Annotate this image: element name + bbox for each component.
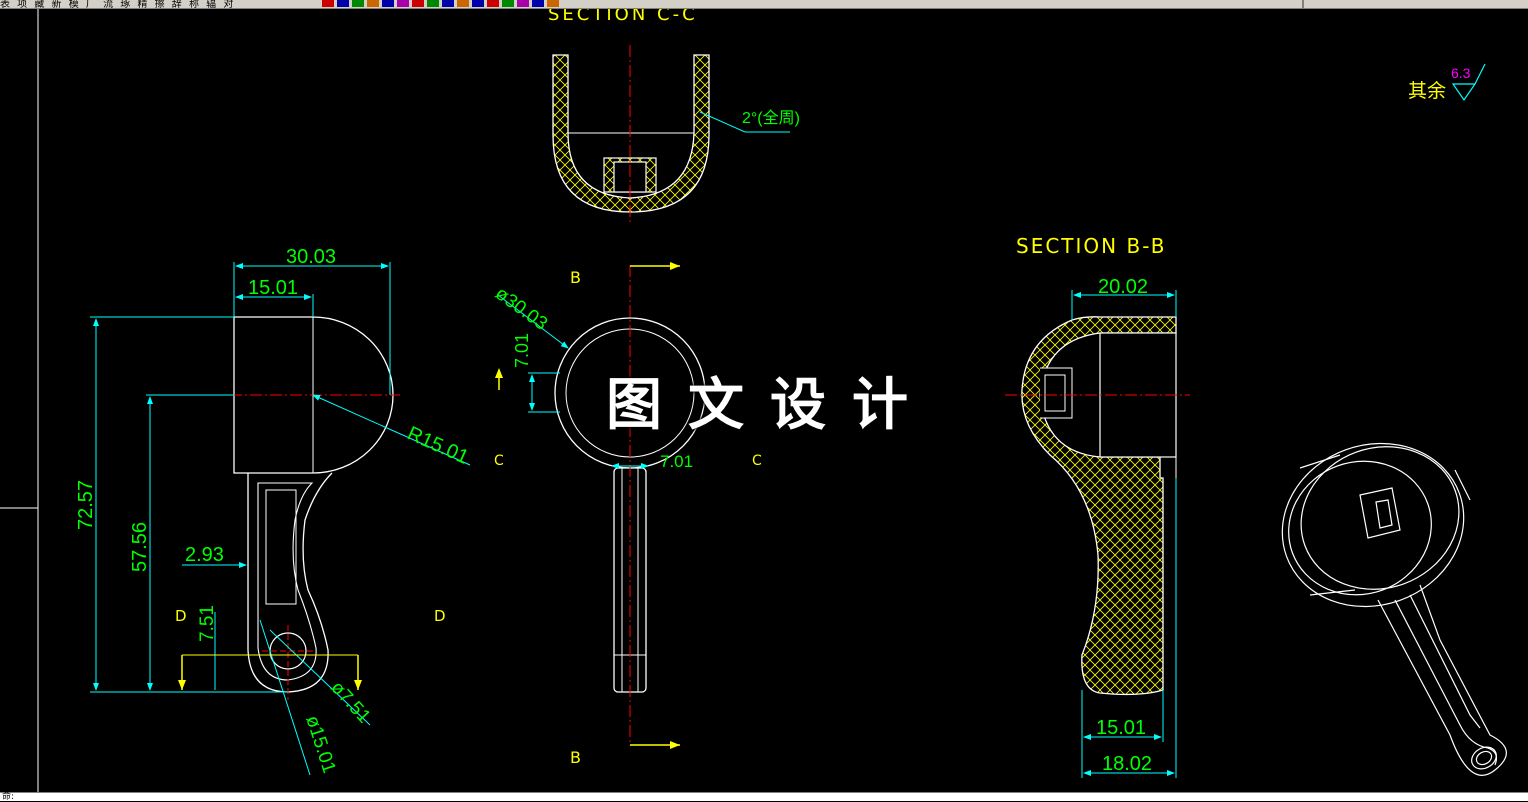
- section-cc-title: SECTION C-C: [548, 9, 698, 25]
- roughness-note: 其余: [1408, 80, 1446, 102]
- label-d-left: D: [175, 607, 187, 625]
- dim-bb-18: 18.02: [1102, 753, 1152, 775]
- command-prompt: 命:: [2, 792, 15, 802]
- watermark: 图文设计: [606, 372, 934, 438]
- tool-icon[interactable]: [397, 0, 409, 7]
- tool-icon[interactable]: [472, 0, 484, 7]
- left-view: [90, 262, 471, 776]
- tool-icon[interactable]: [547, 0, 559, 7]
- tool-icon[interactable]: [457, 0, 469, 7]
- section-bb-view: [1005, 290, 1190, 778]
- label-d-right: D: [434, 607, 446, 625]
- draft-note: 2°(全周): [742, 109, 800, 127]
- isometric-view: [1281, 442, 1507, 776]
- menu-bar[interactable]: 表 项 藏 新 模 厂 流 琢 精 擦 辞 称 辐 对: [0, 0, 235, 8]
- label-c-left: C: [494, 453, 504, 469]
- toolbar-icons: [322, 0, 1302, 8]
- tool-icon[interactable]: [487, 0, 499, 7]
- dim-dia-30: ø30.03: [491, 283, 551, 335]
- dim-height-72: 72.57: [75, 480, 97, 530]
- dim-bb-20: 20.02: [1098, 276, 1148, 298]
- dim-height-57: 57.56: [129, 522, 151, 572]
- tool-icon[interactable]: [382, 0, 394, 7]
- tool-icon[interactable]: [412, 0, 424, 7]
- dim-width-30: 30.03: [286, 246, 336, 268]
- dim-wall-2: 2.93: [185, 544, 224, 566]
- label-b-top: B: [570, 268, 581, 287]
- section-bb-title: SECTION B-B: [1016, 234, 1166, 258]
- roughness-value: 6.3: [1451, 65, 1471, 81]
- dim-hole-7: 7.51: [197, 605, 218, 642]
- tool-icon[interactable]: [367, 0, 379, 7]
- tool-icon[interactable]: [502, 0, 514, 7]
- dim-dia-7: ø7.51: [326, 677, 374, 727]
- tool-icon[interactable]: [352, 0, 364, 7]
- section-cc-view: [552, 45, 790, 225]
- dim-radius: R15.01: [404, 422, 472, 468]
- tool-icon[interactable]: [322, 0, 334, 7]
- label-c-right: C: [752, 453, 762, 469]
- tool-icon[interactable]: [427, 0, 439, 7]
- tool-icon[interactable]: [442, 0, 454, 7]
- dim-front-bottom: 7.01: [660, 452, 693, 471]
- dim-bb-15: 15.01: [1096, 717, 1146, 739]
- label-b-bottom: B: [570, 748, 581, 767]
- toolbar-strip: 表 项 藏 新 模 厂 流 琢 精 擦 辞 称 辐 对: [0, 0, 1528, 9]
- tool-icon[interactable]: [337, 0, 349, 7]
- dim-front-7: 7.01: [512, 333, 532, 368]
- tool-icon[interactable]: [517, 0, 529, 7]
- toolbar-separator: [1302, 0, 1304, 8]
- tool-icon[interactable]: [532, 0, 544, 7]
- dim-width-15: 15.01: [248, 277, 298, 299]
